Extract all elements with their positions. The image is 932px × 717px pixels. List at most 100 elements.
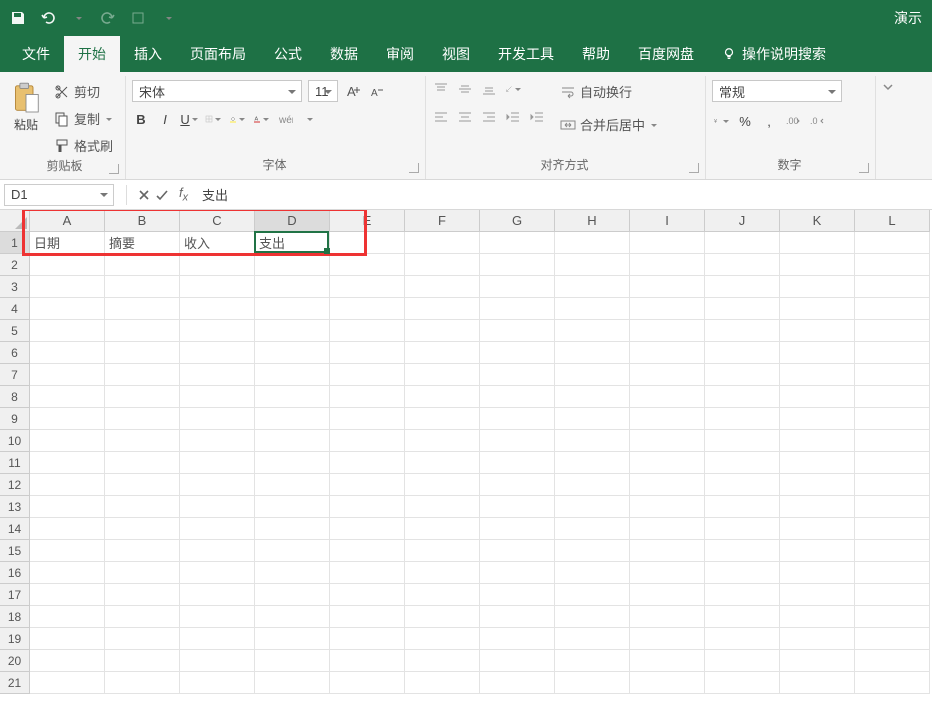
cell[interactable] (630, 386, 705, 408)
cell[interactable] (180, 474, 255, 496)
cell[interactable] (30, 628, 105, 650)
cell[interactable] (705, 254, 780, 276)
cell[interactable] (180, 254, 255, 276)
row-header[interactable]: 3 (0, 276, 30, 298)
column-header[interactable]: E (330, 210, 405, 232)
cell[interactable] (330, 672, 405, 694)
cell[interactable] (255, 606, 330, 628)
alignment-launcher-icon[interactable] (689, 163, 699, 173)
cell[interactable] (180, 342, 255, 364)
cell[interactable] (405, 298, 480, 320)
cell[interactable] (630, 672, 705, 694)
cell[interactable] (855, 518, 930, 540)
cell[interactable] (780, 254, 855, 276)
cell[interactable] (705, 408, 780, 430)
column-header[interactable]: G (480, 210, 555, 232)
cell[interactable] (480, 650, 555, 672)
cell[interactable] (180, 320, 255, 342)
cell[interactable] (255, 672, 330, 694)
cell[interactable] (855, 320, 930, 342)
cell[interactable] (855, 540, 930, 562)
decrease-font-icon[interactable]: A (368, 82, 386, 100)
cell[interactable] (30, 408, 105, 430)
tab-home[interactable]: 开始 (64, 36, 120, 72)
cell[interactable] (480, 254, 555, 276)
cell[interactable] (630, 276, 705, 298)
select-all-corner[interactable] (0, 210, 30, 232)
cell[interactable] (480, 408, 555, 430)
cell[interactable] (405, 584, 480, 606)
cell[interactable] (480, 628, 555, 650)
column-header[interactable]: I (630, 210, 705, 232)
cell[interactable] (405, 606, 480, 628)
cell[interactable] (330, 254, 405, 276)
cell[interactable] (555, 584, 630, 606)
cell[interactable] (180, 672, 255, 694)
cell[interactable] (330, 474, 405, 496)
cell[interactable] (480, 386, 555, 408)
cell[interactable] (105, 254, 180, 276)
decrease-decimal-icon[interactable]: .0 (808, 112, 826, 130)
cell[interactable] (330, 650, 405, 672)
cell[interactable] (255, 320, 330, 342)
cell[interactable] (330, 320, 405, 342)
align-center-icon[interactable] (456, 108, 474, 126)
cell[interactable] (705, 540, 780, 562)
tab-baidu-netdisk[interactable]: 百度网盘 (624, 36, 708, 72)
cell[interactable] (180, 606, 255, 628)
cell[interactable] (255, 474, 330, 496)
cell[interactable] (555, 496, 630, 518)
align-bottom-icon[interactable] (480, 80, 498, 98)
cell[interactable] (405, 650, 480, 672)
cell[interactable] (630, 320, 705, 342)
cell[interactable] (705, 628, 780, 650)
cell[interactable] (405, 276, 480, 298)
column-header[interactable]: J (705, 210, 780, 232)
increase-font-icon[interactable]: A (344, 82, 362, 100)
cell[interactable] (855, 298, 930, 320)
row-header[interactable]: 18 (0, 606, 30, 628)
cell[interactable] (255, 298, 330, 320)
cell[interactable] (105, 606, 180, 628)
cell[interactable] (855, 606, 930, 628)
cell[interactable] (330, 232, 405, 254)
cell[interactable] (255, 408, 330, 430)
touch-mode-icon[interactable] (130, 10, 146, 26)
cell[interactable] (855, 562, 930, 584)
row-header[interactable]: 11 (0, 452, 30, 474)
undo-dropdown-icon[interactable] (70, 10, 86, 26)
cell[interactable] (405, 430, 480, 452)
cell[interactable] (405, 628, 480, 650)
cell[interactable] (705, 386, 780, 408)
cell[interactable] (330, 364, 405, 386)
cell[interactable] (105, 672, 180, 694)
cell[interactable] (705, 474, 780, 496)
font-launcher-icon[interactable] (409, 163, 419, 173)
cell[interactable] (105, 540, 180, 562)
cell[interactable] (480, 518, 555, 540)
cell[interactable] (780, 342, 855, 364)
cell[interactable] (855, 232, 930, 254)
copy-button[interactable]: 复制 (50, 107, 117, 130)
cell[interactable] (780, 650, 855, 672)
row-header[interactable]: 21 (0, 672, 30, 694)
cell[interactable] (330, 518, 405, 540)
cell[interactable] (780, 496, 855, 518)
cell[interactable] (480, 430, 555, 452)
borders-button[interactable] (204, 110, 222, 128)
cell[interactable] (780, 628, 855, 650)
cell[interactable] (555, 430, 630, 452)
cell[interactable] (780, 540, 855, 562)
font-size-select[interactable]: 11 (308, 80, 338, 102)
tab-file[interactable]: 文件 (8, 36, 64, 72)
cell[interactable] (330, 496, 405, 518)
tab-help[interactable]: 帮助 (568, 36, 624, 72)
cell[interactable] (105, 584, 180, 606)
phonetic-guide-icon[interactable]: wén (276, 110, 294, 128)
cell[interactable] (330, 562, 405, 584)
cell[interactable] (105, 474, 180, 496)
row-header[interactable]: 15 (0, 540, 30, 562)
cell[interactable] (255, 628, 330, 650)
cell[interactable] (180, 364, 255, 386)
cell[interactable] (555, 408, 630, 430)
